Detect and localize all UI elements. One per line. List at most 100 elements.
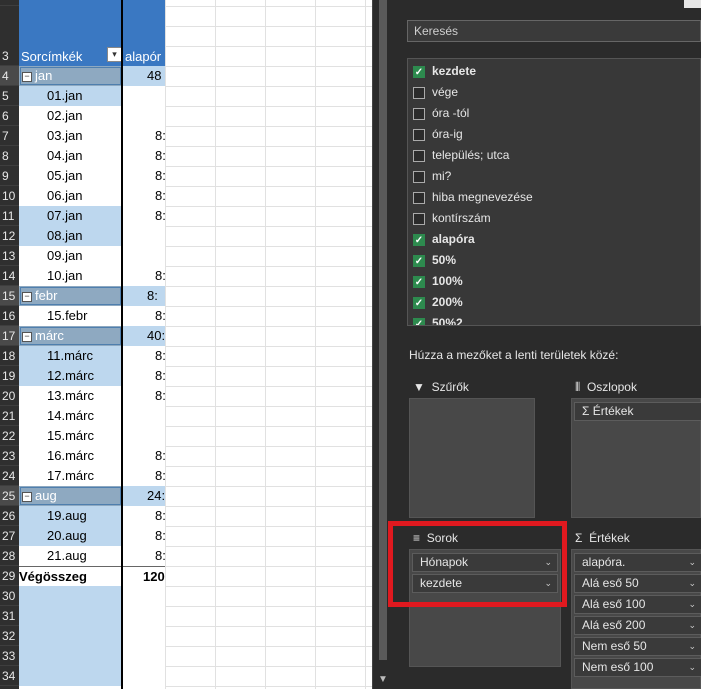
chevron-down-icon[interactable]: ⌄: [688, 617, 696, 634]
value-cell[interactable]: 8:: [123, 206, 165, 226]
value-cell[interactable]: 8:: [123, 146, 165, 166]
row-number[interactable]: 10: [0, 186, 19, 206]
chevron-down-icon[interactable]: ⌄: [688, 554, 696, 571]
row-number[interactable]: 16: [0, 306, 19, 326]
row-label-cell[interactable]: 04.jan: [19, 146, 122, 166]
row-label-cell[interactable]: 20.aug: [19, 526, 122, 546]
row-headers[interactable]: 3 4 5 6 7 8 9 10 11 12 13 14 15 16 17 18 19 20 21 22 23 24 25 2…: [0, 0, 19, 689]
row-label-cell[interactable]: Végösszeg: [19, 566, 122, 586]
empty-grid[interactable]: [165, 0, 372, 689]
row-number[interactable]: 34: [0, 666, 19, 686]
column-a[interactable]: Sorcímkék ▾ − jan 01.jan 02.jan 03.jan 04.jan 05…: [19, 0, 122, 689]
checked-checkbox-icon[interactable]: ✓: [413, 233, 425, 246]
value-cell[interactable]: [123, 106, 165, 126]
collapse-icon[interactable]: −: [22, 291, 32, 302]
values-field-pill[interactable]: Nem eső 100 ⌄: [574, 658, 701, 677]
checkbox-icon[interactable]: [413, 128, 425, 141]
row-number[interactable]: 26: [0, 506, 19, 526]
value-cell[interactable]: [123, 626, 165, 646]
field-item[interactable]: ✓ 50%2: [413, 313, 463, 325]
values-field-pill[interactable]: Alá eső 100 ⌄: [574, 595, 701, 614]
value-cell[interactable]: [123, 586, 165, 606]
checkbox-icon[interactable]: [413, 191, 425, 204]
value-cell[interactable]: 8:: [123, 266, 165, 286]
checked-checkbox-icon[interactable]: ✓: [413, 296, 425, 309]
values-field-pill[interactable]: Alá eső 200 ⌄: [574, 616, 701, 635]
row-number[interactable]: 13: [0, 246, 19, 266]
chevron-down-icon[interactable]: ⌄: [688, 575, 696, 592]
row-number[interactable]: 20: [0, 386, 19, 406]
row-number[interactable]: 11: [0, 206, 19, 226]
row-label-cell[interactable]: − márc: [19, 326, 122, 346]
field-item[interactable]: hiba megnevezése: [413, 187, 533, 207]
chevron-down-icon[interactable]: ⌄: [688, 659, 696, 676]
field-item[interactable]: település; utca: [413, 145, 509, 165]
value-cell[interactable]: 8:: [123, 546, 165, 566]
row-label-cell[interactable]: [19, 666, 122, 686]
values-field-pill[interactable]: Nem eső 50 ⌄: [574, 637, 701, 656]
row-label-cell[interactable]: 11.márc: [19, 346, 122, 366]
spreadsheet[interactable]: 3 4 5 6 7 8 9 10 11 12 13 14 15 16 17 18 19 20 21 22 23 24 25 2…: [0, 0, 372, 689]
field-item[interactable]: vége: [413, 82, 458, 102]
header-cell-b[interactable]: alapór: [123, 0, 165, 66]
value-cell[interactable]: 40:: [123, 326, 165, 346]
columns-item-values[interactable]: Σ Értékek: [574, 402, 701, 421]
row-number[interactable]: 8: [0, 146, 19, 166]
value-cell[interactable]: 8:: [123, 466, 165, 486]
value-cell[interactable]: 48: [123, 66, 165, 86]
row-label-cell[interactable]: 16.márc: [19, 446, 122, 466]
row-label-cell[interactable]: − febr: [19, 286, 122, 306]
value-cell[interactable]: 8:: [123, 526, 165, 546]
row-label-cell[interactable]: − aug: [19, 486, 122, 506]
checkbox-icon[interactable]: [413, 86, 425, 99]
value-cell[interactable]: 8:: [123, 126, 165, 146]
row-label-cell[interactable]: 10.jan: [19, 266, 122, 286]
row-number[interactable]: 19: [0, 366, 19, 386]
filter-dropdown-icon[interactable]: ▾: [107, 47, 122, 62]
row-label-cell[interactable]: 21.aug: [19, 546, 122, 566]
field-item[interactable]: óra -tól: [413, 103, 469, 123]
value-cell[interactable]: 8:: [123, 346, 165, 366]
filters-area[interactable]: [409, 398, 535, 518]
value-cell[interactable]: [123, 426, 165, 446]
value-cell[interactable]: 8:: [123, 306, 165, 326]
row-label-cell[interactable]: [19, 626, 122, 646]
value-cell[interactable]: [123, 646, 165, 666]
row-number[interactable]: 15: [0, 286, 19, 306]
values-area[interactable]: alapóra. ⌄ Alá eső 50 ⌄ Alá eső 100 ⌄ Alá eső …: [571, 549, 701, 689]
field-list[interactable]: ✓ kezdete vége óra -tól óra-ig település; utc…: [407, 58, 701, 326]
row-number[interactable]: 17: [0, 326, 19, 346]
row-label-cell[interactable]: [19, 586, 122, 606]
row-label-cell[interactable]: 05.jan: [19, 166, 122, 186]
row-label-cell[interactable]: 19.aug: [19, 506, 122, 526]
checked-checkbox-icon[interactable]: ✓: [413, 65, 425, 78]
row-label-cell[interactable]: 08.jan: [19, 226, 122, 246]
collapse-icon[interactable]: −: [22, 491, 32, 502]
field-item[interactable]: ✓ kezdete: [413, 61, 476, 81]
scrollbar-thumb[interactable]: [379, 0, 387, 660]
row-number[interactable]: 33: [0, 646, 19, 666]
row-number[interactable]: [0, 0, 19, 6]
collapse-icon[interactable]: −: [22, 71, 32, 82]
chevron-down-icon[interactable]: ⌄: [688, 596, 696, 613]
row-number[interactable]: 7: [0, 126, 19, 146]
close-icon[interactable]: [684, 0, 701, 8]
row-number[interactable]: 29: [0, 566, 19, 586]
field-item[interactable]: mi?: [413, 166, 451, 186]
row-number[interactable]: 25: [0, 486, 19, 506]
value-cell[interactable]: 8:: [123, 286, 165, 306]
row-number[interactable]: 30: [0, 586, 19, 606]
column-b[interactable]: alapór 48 8: 8: 8: 8: 8: 8: 8: 8: 40: 8: 8: 8: 8: 8: 24:…: [123, 0, 165, 689]
value-cell[interactable]: 8:: [123, 386, 165, 406]
row-label-cell[interactable]: 07.jan: [19, 206, 122, 226]
row-label-cell[interactable]: 13.márc: [19, 386, 122, 406]
row-number[interactable]: 14: [0, 266, 19, 286]
value-cell[interactable]: 8:: [123, 186, 165, 206]
row-number[interactable]: 3: [0, 46, 19, 66]
values-field-pill[interactable]: alapóra. ⌄: [574, 553, 701, 572]
row-label-cell[interactable]: 15.febr: [19, 306, 122, 326]
checkbox-icon[interactable]: [413, 170, 425, 183]
row-label-cell[interactable]: − jan: [19, 66, 122, 86]
row-number[interactable]: 9: [0, 166, 19, 186]
checkbox-icon[interactable]: [413, 107, 425, 120]
